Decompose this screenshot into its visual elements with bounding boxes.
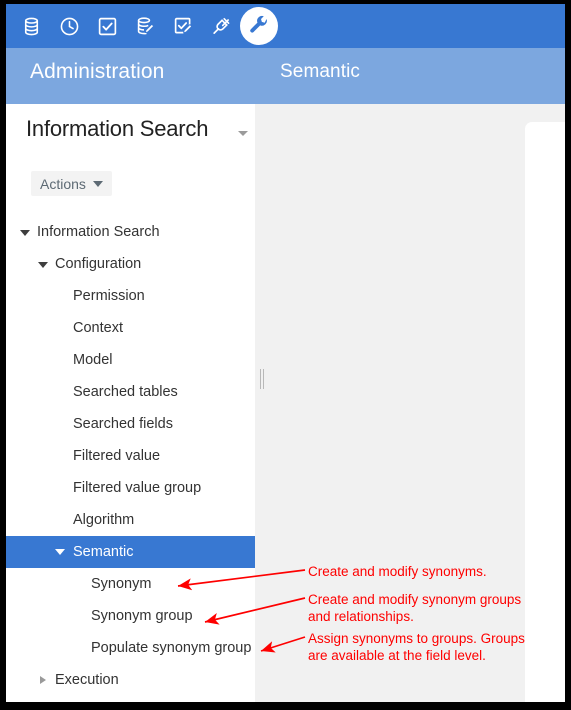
annotation-populate-synonym-group: Assign synonyms to groups. Groups are av… (308, 631, 525, 663)
tree-item-semantic[interactable]: Semantic (6, 536, 255, 568)
tree-item-synonym[interactable]: Synonym (6, 568, 255, 600)
chevron-down-icon[interactable] (238, 131, 248, 136)
annotation-synonym: Create and modify synonyms. (308, 564, 487, 579)
navigation-sidebar: Information Search Actions Information S… (6, 104, 264, 702)
tree-item-label: Semantic (73, 544, 134, 560)
tree-item-information-search[interactable]: Information Search (6, 216, 255, 248)
database-icon[interactable] (12, 7, 50, 45)
tree-item-searched-fields[interactable]: Searched fields (6, 408, 255, 440)
chevron-down-icon[interactable] (37, 258, 50, 271)
tree-item-label: Information Search (37, 224, 160, 240)
tree-item-label: Permission (73, 288, 145, 304)
tree-item-label: Filtered value (73, 448, 161, 464)
checkbox-edit-icon[interactable] (164, 7, 202, 45)
annotation-synonym-group: Create and modify synonym groups and rel… (308, 592, 522, 624)
resize-handle-icon[interactable] (259, 369, 266, 389)
checkbox-checked-icon[interactable] (88, 7, 126, 45)
tree-item-searched-tables[interactable]: Searched tables (6, 376, 255, 408)
tree-item-context[interactable]: Context (6, 312, 255, 344)
tree-item-label: Searched tables (73, 384, 178, 400)
tree-item-filtered-value-group[interactable]: Filtered value group (6, 472, 255, 504)
tree-item-label: Synonym group (91, 608, 193, 624)
tree-item-configuration[interactable]: Configuration (6, 248, 255, 280)
chevron-down-icon[interactable] (55, 546, 68, 559)
tree-item-synonym-group[interactable]: Synonym group (6, 600, 255, 632)
module-title: Administration (30, 60, 165, 83)
wrench-icon[interactable] (240, 7, 278, 45)
page-header-band: Administration Semantic (6, 48, 565, 104)
tree-item-label: Configuration (55, 256, 142, 272)
tree-item-algorithm[interactable]: Algorithm (6, 504, 255, 536)
chevron-down-icon[interactable] (19, 226, 32, 239)
chevron-down-icon (92, 180, 103, 187)
tree-item-execution[interactable]: Execution (6, 664, 255, 696)
actions-button[interactable]: Actions (31, 171, 112, 196)
database-edit-icon[interactable] (126, 7, 164, 45)
tree-item-label: Context (73, 320, 123, 336)
page-title: Semantic (280, 61, 361, 82)
tree-item-label: Filtered value group (73, 480, 202, 496)
tree-item-populate-synonym-group[interactable]: Populate synonym group (6, 632, 255, 664)
clock-icon[interactable] (50, 7, 88, 45)
content-panel (525, 122, 565, 702)
sidebar-title: Information Search (26, 116, 209, 141)
chevron-right-icon[interactable] (37, 674, 50, 687)
tree-item-label: Algorithm (73, 512, 135, 528)
tree-item-filtered-value[interactable]: Filtered value (6, 440, 255, 472)
tree-item-label: Model (73, 352, 113, 368)
tree-item-permission[interactable]: Permission (6, 280, 255, 312)
tree-item-label: Searched fields (73, 416, 173, 432)
tree-item-model[interactable]: Model (6, 344, 255, 376)
tree-item-label: Synonym (91, 576, 152, 592)
actions-button-label: Actions (40, 175, 86, 192)
tree-item-label: Populate synonym group (91, 640, 252, 656)
top-toolbar (6, 4, 565, 48)
tree-item-label: Execution (55, 672, 119, 688)
navigation-tree: Information Search Configuration Permissio… (6, 216, 255, 696)
plug-icon[interactable] (202, 7, 240, 45)
